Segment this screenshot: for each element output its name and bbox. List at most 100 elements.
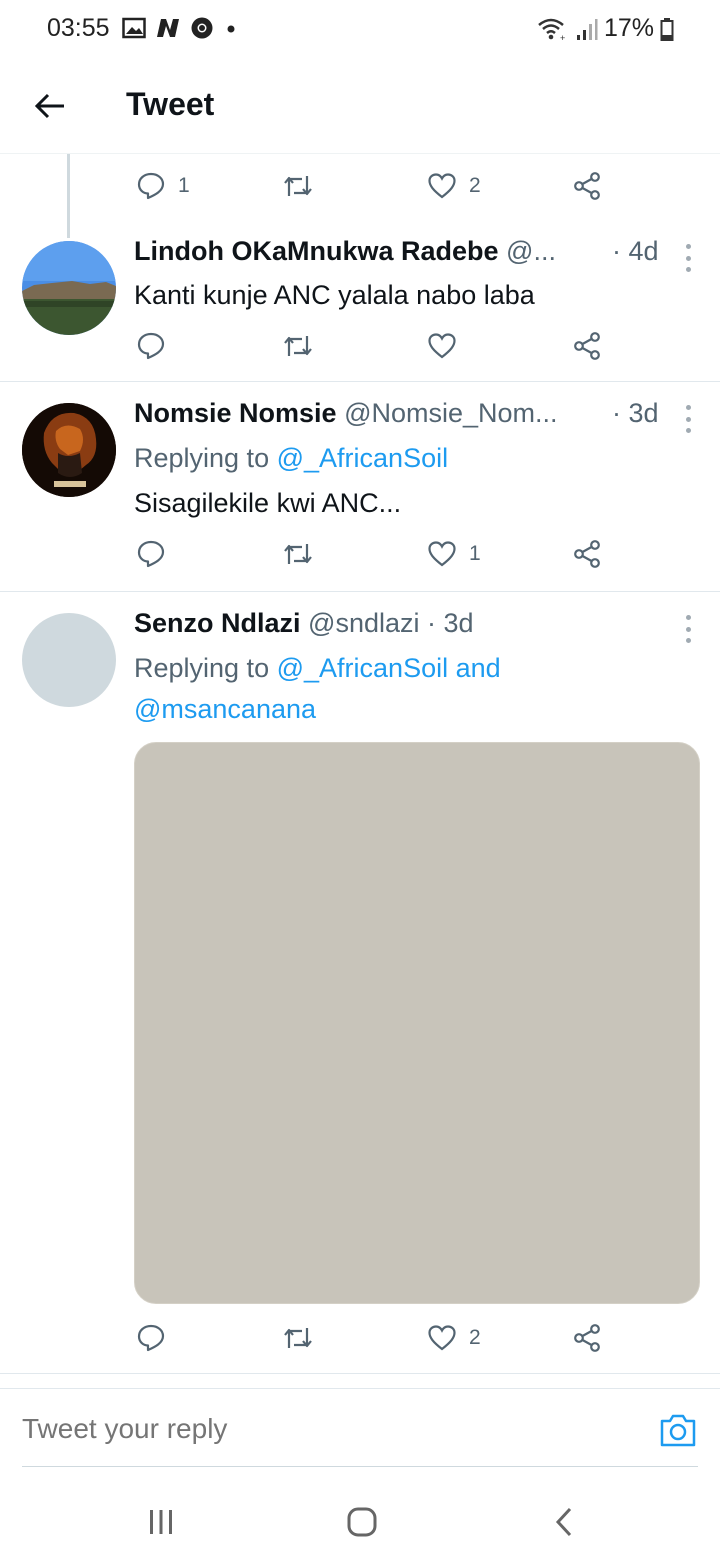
dot-icon (227, 25, 235, 33)
tweet-header: Senzo Ndlazi @sndlazi · 3d (134, 608, 474, 639)
retweet-button[interactable] (282, 534, 326, 574)
back-button[interactable] (30, 86, 70, 126)
share-button[interactable] (572, 534, 602, 574)
tweet-header: Lindoh OKaMnukwa Radebe @... (134, 236, 556, 267)
reply-input[interactable] (22, 1413, 622, 1445)
share-button[interactable] (572, 1318, 602, 1358)
mention-link[interactable]: @_AfricanSoil and (277, 653, 501, 683)
system-nav-bar (0, 1480, 720, 1560)
retweet-icon (284, 176, 312, 196)
reply-button[interactable] (136, 326, 178, 366)
battery-percent: 17% (603, 14, 654, 42)
tweet-time: · 4d (612, 236, 659, 266)
share-icon (574, 172, 600, 200)
replying-to-label: Replying to (134, 443, 270, 473)
like-button[interactable]: 2 (427, 1318, 481, 1358)
battery-icon (660, 17, 674, 41)
page-title: Tweet (126, 86, 215, 122)
like-count: 2 (469, 174, 481, 197)
retweet-button[interactable] (282, 166, 326, 206)
reply-icon (137, 540, 165, 568)
reply-count: 1 (178, 174, 190, 197)
tweet-time: · 3d (427, 608, 474, 638)
tweet-text: Kanti kunje ANC yalala nabo laba (134, 280, 535, 310)
like-count: 2 (469, 1326, 481, 1349)
like-button[interactable] (427, 326, 469, 366)
retweet-icon (284, 1328, 312, 1348)
avatar[interactable] (22, 403, 116, 497)
tweet-time: · 3d (612, 398, 659, 428)
like-button[interactable]: 1 (427, 534, 481, 574)
tweet-card[interactable]: Nomsie Nomsie @Nomsie_Nom... · 3d Replyi… (0, 382, 720, 592)
retweet-icon (284, 336, 312, 356)
replying-to-label: Replying to (134, 653, 270, 683)
recent-apps-icon (150, 1510, 172, 1534)
lion-avatar-image (22, 403, 116, 497)
system-back-button[interactable] (544, 1502, 584, 1542)
mention-link[interactable]: @msancanana (134, 694, 316, 724)
reply-icon (137, 332, 165, 360)
n-app-icon (157, 19, 179, 37)
chevron-left-icon (555, 1507, 572, 1537)
tweet-media-image[interactable] (134, 742, 700, 1304)
like-count: 1 (469, 542, 481, 565)
camera-icon (660, 1414, 696, 1447)
svg-text:+: + (560, 33, 565, 42)
tweet-header: Nomsie Nomsie @Nomsie_Nom... (134, 398, 558, 429)
heart-icon (428, 173, 456, 199)
arrow-left-icon (34, 93, 64, 119)
reply-button[interactable] (136, 1318, 178, 1358)
signal-icon (576, 18, 598, 40)
author-handle[interactable]: @... (506, 236, 556, 266)
tweet-actions: 1 (0, 534, 720, 574)
author-handle[interactable]: @sndlazi (308, 608, 419, 638)
reply-button[interactable]: 1 (136, 166, 190, 206)
reply-button[interactable] (136, 534, 178, 574)
recent-apps-button[interactable] (141, 1502, 181, 1542)
top-app-bar: Tweet (0, 60, 720, 154)
notification-icons (122, 16, 239, 40)
author-handle[interactable]: @Nomsie_Nom... (344, 398, 557, 428)
share-icon (574, 540, 600, 568)
status-bar: 03:55 + 17% (0, 0, 720, 60)
retweet-button[interactable] (282, 326, 326, 366)
tweet-actions: 2 (0, 1318, 720, 1358)
replying-to-line: Replying to @_AfricanSoil and (134, 647, 501, 689)
chrome-icon (191, 17, 213, 39)
author-name[interactable]: Senzo Ndlazi (134, 608, 301, 638)
tweet-text: Sisagilekile kwi ANC... (134, 488, 402, 518)
replying-to-line: Replying to @_AfricanSoil (134, 437, 448, 479)
home-icon (347, 1507, 377, 1537)
retweet-button[interactable] (282, 1318, 326, 1358)
retweet-icon (284, 544, 312, 564)
top-tweet-actions: 1 2 (0, 166, 720, 206)
gallery-icon (122, 17, 146, 39)
reply-icon (137, 172, 165, 200)
reply-icon (137, 1324, 165, 1352)
more-options-icon[interactable] (684, 405, 692, 433)
avatar-placeholder[interactable] (22, 613, 116, 707)
replying-to-line-2: @msancanana (134, 688, 316, 730)
share-icon (574, 332, 600, 360)
mention-link[interactable]: @_AfricanSoil (277, 443, 448, 473)
avatar[interactable] (22, 241, 116, 335)
tweet-card[interactable]: Lindoh OKaMnukwa Radebe @... · 4d Kanti … (0, 224, 720, 382)
system-indicators: + 17% (536, 14, 674, 43)
share-button[interactable] (572, 326, 602, 366)
reply-composer (0, 1388, 720, 1468)
like-button[interactable]: 2 (427, 166, 481, 206)
more-options-icon[interactable] (684, 615, 692, 643)
tweet-actions (0, 326, 720, 366)
status-time: 03:55 (47, 14, 110, 42)
author-name[interactable]: Nomsie Nomsie (134, 398, 337, 428)
more-options-icon[interactable] (684, 244, 692, 272)
reply-divider (22, 1466, 698, 1467)
home-button[interactable] (342, 1502, 382, 1542)
heart-icon (428, 541, 456, 567)
camera-button[interactable] (658, 1411, 698, 1451)
heart-icon (428, 1325, 456, 1351)
author-name[interactable]: Lindoh OKaMnukwa Radebe (134, 236, 499, 266)
landscape-avatar-image (22, 241, 116, 335)
heart-icon (428, 333, 456, 359)
share-button[interactable] (572, 166, 602, 206)
